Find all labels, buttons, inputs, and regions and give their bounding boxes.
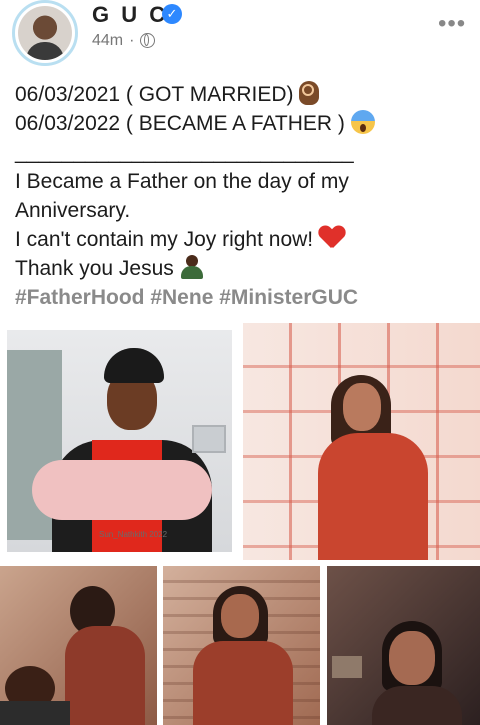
- avatar[interactable]: [12, 0, 78, 66]
- verified-badge-icon: ✓: [162, 4, 182, 24]
- photo-father-holding-newborn[interactable]: Sun_Nathkith 2022: [7, 330, 232, 552]
- post-body: 06/03/2021 ( GOT MARRIED) 06/03/2022 ( B…: [15, 80, 470, 312]
- post-time[interactable]: 44m: [92, 32, 123, 49]
- post-line-6: Thank you Jesus: [15, 254, 470, 283]
- ok-hand-emoji-icon: [299, 81, 320, 105]
- post-line-3: I Became a Father on the day of my: [15, 170, 349, 193]
- photo-woman-smiling-belly[interactable]: [163, 566, 320, 725]
- separator-dot: ·: [129, 32, 135, 49]
- avatar-photo: [18, 6, 72, 60]
- post-divider-line: _____________________________: [15, 141, 354, 164]
- person-kneeling-emoji-icon: [180, 255, 204, 279]
- photo-woman-portrait[interactable]: [327, 566, 480, 725]
- globe-icon: [140, 33, 156, 48]
- author-name[interactable]: G U C: [92, 2, 168, 28]
- hashtags[interactable]: #FatherHood #Nene #MinisterGUC: [15, 283, 470, 312]
- post-header: G U C ✓ 44m · •••: [0, 0, 480, 70]
- screaming-face-emoji-icon: [350, 110, 375, 134]
- red-heart-emoji-icon: [319, 226, 345, 250]
- post-line-4: Anniversary.: [15, 199, 131, 222]
- more-options-icon[interactable]: •••: [438, 10, 466, 38]
- post-line-5: I can't contain my Joy right now!: [15, 225, 470, 254]
- post-meta: 44m ·: [92, 32, 156, 50]
- post-line-1: 06/03/2021 ( GOT MARRIED): [15, 80, 470, 109]
- photo-couple-kiss-belly[interactable]: [0, 566, 157, 725]
- photo-pregnant-woman-window[interactable]: [243, 323, 480, 560]
- post-line-2: 06/03/2022 ( BECAME A FATHER ): [15, 109, 470, 138]
- photo-watermark: Sun_Nathkith 2022: [99, 530, 168, 539]
